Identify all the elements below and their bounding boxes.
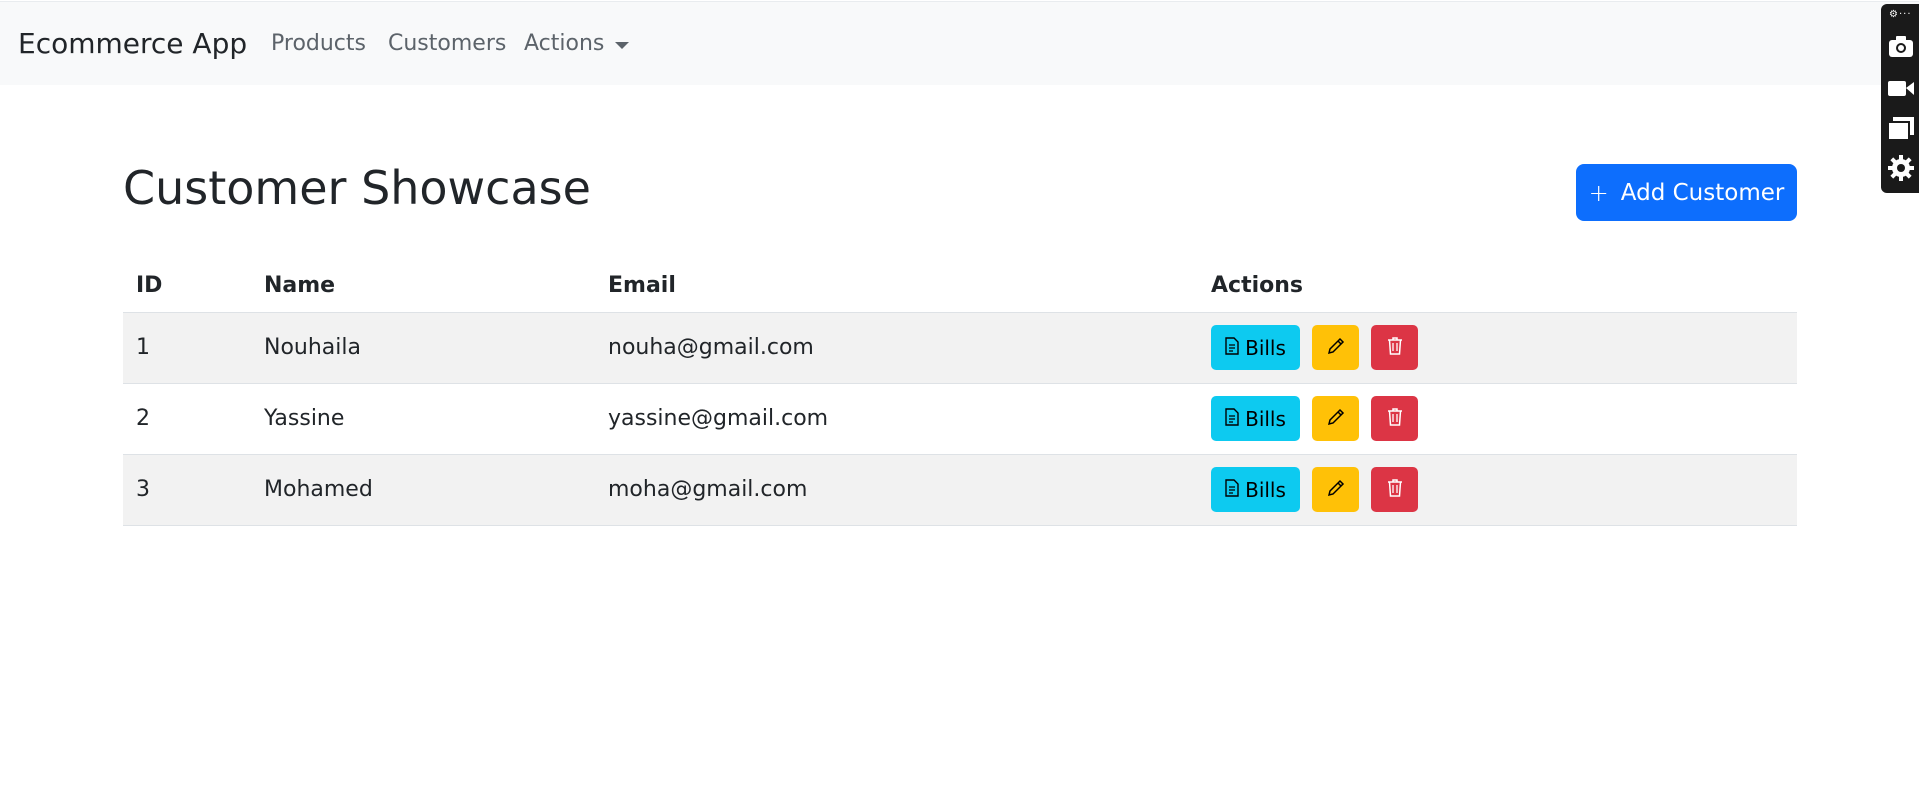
table-header-row: ID Name Email Actions — [123, 260, 1797, 313]
bills-label: Bills — [1245, 477, 1286, 502]
camera-icon[interactable] — [1887, 32, 1915, 60]
column-header-id: ID — [123, 260, 251, 313]
bills-button[interactable]: Bills — [1211, 467, 1300, 512]
file-text-icon — [1225, 336, 1239, 360]
customers-table: ID Name Email Actions 1 Nouhaila nouha@g… — [123, 260, 1797, 526]
trash-icon — [1386, 407, 1404, 431]
table-row: 3 Mohamed moha@gmail.com Bills — [123, 454, 1797, 526]
nav-dropdown-actions[interactable]: Actions — [524, 2, 604, 86]
navbar: Ecommerce App Products Customers Actions — [0, 1, 1919, 85]
window-icon[interactable] — [1887, 114, 1915, 142]
nav-link-customers[interactable]: Customers — [388, 2, 506, 86]
add-customer-label: Add Customer — [1620, 179, 1785, 206]
column-header-actions: Actions — [1198, 260, 1797, 313]
cell-email: moha@gmail.com — [595, 454, 1198, 526]
video-icon[interactable] — [1887, 74, 1915, 102]
trash-icon — [1386, 478, 1404, 502]
column-header-name: Name — [251, 260, 595, 313]
add-customer-button[interactable]: + Add Customer — [1576, 164, 1797, 221]
edit-button[interactable] — [1312, 325, 1359, 370]
page-title: Customer Showcase — [123, 161, 591, 215]
cell-actions: Bills — [1198, 454, 1797, 526]
pencil-icon — [1326, 407, 1346, 431]
cell-id: 3 — [123, 454, 251, 526]
pencil-icon — [1326, 336, 1346, 360]
navbar-brand[interactable]: Ecommerce App — [18, 2, 247, 86]
floating-tool-panel: ⚙··· — [1881, 4, 1919, 193]
table-row: 1 Nouhaila nouha@gmail.com Bills — [123, 312, 1797, 384]
column-header-email: Email — [595, 260, 1198, 313]
bills-button[interactable]: Bills — [1211, 396, 1300, 441]
bills-button[interactable]: Bills — [1211, 325, 1300, 370]
plus-icon: + — [1588, 178, 1609, 207]
delete-button[interactable] — [1371, 396, 1418, 441]
file-text-icon — [1225, 407, 1239, 431]
nav-link-products[interactable]: Products — [271, 2, 366, 86]
cell-id: 1 — [123, 312, 251, 384]
delete-button[interactable] — [1371, 325, 1418, 370]
trash-icon — [1386, 336, 1404, 360]
bills-label: Bills — [1245, 335, 1286, 360]
cell-email: nouha@gmail.com — [595, 312, 1198, 384]
cell-id: 2 — [123, 383, 251, 455]
cell-actions: Bills — [1198, 383, 1797, 455]
edit-button[interactable] — [1312, 467, 1359, 512]
cell-name: Yassine — [251, 383, 595, 455]
chevron-down-icon[interactable] — [615, 42, 629, 49]
delete-button[interactable] — [1371, 467, 1418, 512]
file-text-icon — [1225, 478, 1239, 502]
pencil-icon — [1326, 478, 1346, 502]
cell-name: Mohamed — [251, 454, 595, 526]
edit-button[interactable] — [1312, 396, 1359, 441]
bills-label: Bills — [1245, 406, 1286, 431]
gear-icon[interactable] — [1887, 154, 1915, 182]
more-icon[interactable]: ⚙··· — [1889, 10, 1912, 20]
table-row: 2 Yassine yassine@gmail.com Bills — [123, 383, 1797, 455]
cell-email: yassine@gmail.com — [595, 383, 1198, 455]
cell-name: Nouhaila — [251, 312, 595, 384]
cell-actions: Bills — [1198, 312, 1797, 384]
